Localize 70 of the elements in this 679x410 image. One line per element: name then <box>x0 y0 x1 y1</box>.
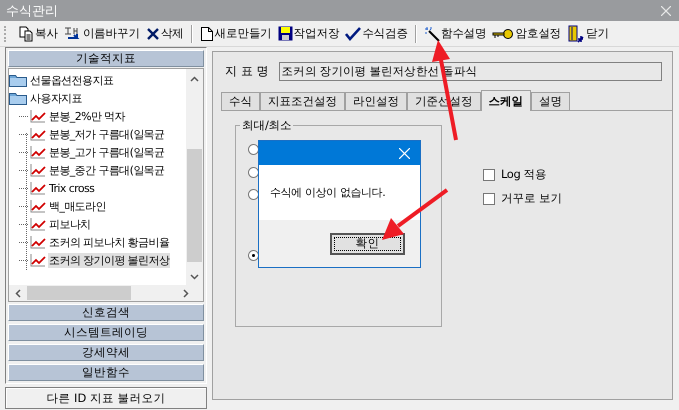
delete-icon <box>146 26 160 40</box>
document-icon <box>200 26 214 42</box>
toolbar-button[interactable]: 작업저장 <box>274 22 342 44</box>
line-chart-icon <box>30 235 46 249</box>
scrollbar-thumb[interactable] <box>187 149 202 262</box>
toolbar-button[interactable]: 수식검증 <box>342 22 411 44</box>
radio-button[interactable] <box>248 189 259 200</box>
scroll-right-icon[interactable] <box>183 289 189 298</box>
tree-item[interactable]: 조커의 장기이평 볼린저상 <box>48 252 170 268</box>
scroll-down-icon[interactable] <box>190 274 199 280</box>
checkbox-label: 거꾸로 보기 <box>501 191 562 206</box>
group-title: 최대/최소 <box>240 119 294 131</box>
tab[interactable]: 지표조건설정 <box>260 92 345 110</box>
tab[interactable]: 라인설정 <box>345 92 407 110</box>
tab[interactable]: 수식 <box>221 92 260 110</box>
scroll-up-icon[interactable] <box>190 76 199 82</box>
section-header[interactable]: 기술적지표 <box>8 50 204 67</box>
rename-icon <box>64 26 82 42</box>
tree-item[interactable]: 사용자지표 <box>29 90 84 106</box>
line-chart-icon <box>30 163 46 177</box>
line-chart-icon <box>30 199 46 213</box>
line-chart-icon <box>30 127 46 141</box>
section-header[interactable]: 신호검색 <box>8 304 204 321</box>
tree-item[interactable]: 분봉_중간 구름대(일목균 <box>48 162 166 178</box>
toolbar-button[interactable]: 함수설명 <box>420 22 490 44</box>
line-chart-icon <box>30 109 46 123</box>
tree-item[interactable]: Trix cross <box>48 182 96 194</box>
copy-icon <box>18 26 34 42</box>
window-title: 수식관리 <box>6 2 58 20</box>
folder-icon <box>9 73 27 87</box>
radio-button[interactable] <box>248 144 259 155</box>
radio-button[interactable] <box>248 250 259 261</box>
magic-wand-icon <box>424 26 440 42</box>
checkbox[interactable] <box>483 168 495 180</box>
check-icon <box>345 26 362 40</box>
scroll-left-icon[interactable] <box>15 289 21 298</box>
tree-item[interactable]: 조커의 피보나치 황금비율 <box>48 234 170 250</box>
dialog-message: 수식에 이상이 없습니다. <box>269 185 386 201</box>
folder-icon <box>9 91 27 105</box>
line-chart-icon <box>30 145 46 159</box>
name-label: 지 표 명 <box>225 63 269 80</box>
toolbar-button[interactable]: 복사 <box>15 22 61 44</box>
tree-item[interactable]: 백_매도라인 <box>48 198 107 214</box>
scrollbar-thumb[interactable] <box>27 286 131 300</box>
toolbar-button[interactable]: 암호설정 <box>489 22 564 44</box>
section-header[interactable]: 강세약세 <box>8 344 204 361</box>
tab[interactable]: 스케일 <box>480 90 531 111</box>
toolbar-button[interactable]: 삭제 <box>142 22 187 44</box>
toolbar-button[interactable]: 이름바꾸기 <box>60 22 143 44</box>
tree-item[interactable]: 피보나치 <box>48 216 92 232</box>
ok-button[interactable]: 확인 <box>330 232 405 254</box>
save-icon <box>278 26 293 41</box>
checkbox-label: Log 적용 <box>501 167 547 182</box>
checkbox[interactable] <box>483 192 495 204</box>
tree-item[interactable]: 분봉_저가 구름대(일목균 <box>48 126 166 142</box>
key-icon <box>492 28 514 40</box>
tree-item[interactable]: 분봉_고가 구름대(일목균 <box>48 144 166 160</box>
line-chart-icon <box>30 217 46 231</box>
section-header[interactable]: 일반함수 <box>8 364 204 381</box>
toolbar-button[interactable]: 새로만들기 <box>196 22 275 44</box>
section-header[interactable]: 시스템트레이딩 <box>8 324 204 341</box>
radio-button[interactable] <box>248 167 259 178</box>
toolbar-button[interactable]: 닫기 <box>564 22 612 44</box>
line-chart-icon <box>30 181 46 195</box>
tree-item[interactable]: 분봉_2%만 먹자 <box>48 108 126 124</box>
door-exit-icon <box>567 24 586 42</box>
tab[interactable]: 설명 <box>531 92 570 110</box>
line-chart-icon <box>30 253 46 267</box>
load-indicator-button[interactable]: 다른 ID 지표 불러오기 <box>5 387 207 409</box>
tree-item[interactable]: 선물옵션전용지표 <box>29 72 114 88</box>
